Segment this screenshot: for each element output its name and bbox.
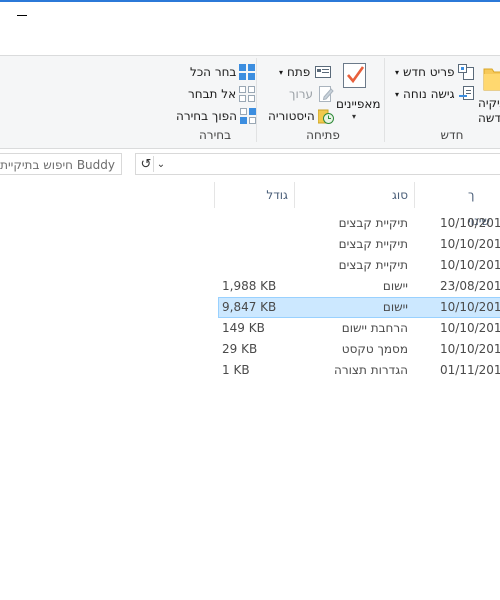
- file-type: תיקיית קבצים: [338, 216, 408, 230]
- open-icon: [315, 64, 332, 80]
- minimize-button[interactable]: [14, 7, 30, 23]
- search-input[interactable]: חיפוש בתיקיית Buddy: [0, 153, 122, 175]
- open-label: פתח: [287, 65, 311, 79]
- ribbon-separator: [384, 58, 385, 142]
- file-row-selected[interactable]: 10/10/2018 יישום 9,847 KB: [0, 297, 500, 318]
- open-group-label: פתיחה: [306, 128, 340, 142]
- file-type: תיקיית קבצים: [338, 237, 408, 251]
- file-type: הגדרות תצורה: [334, 363, 408, 377]
- file-row[interactable]: 10/10/2018 תיקיית קבצים: [0, 255, 500, 276]
- file-type: מסמך טקסט: [341, 342, 408, 356]
- file-type: יישום: [382, 279, 408, 293]
- file-type: הרחבת יישום: [341, 321, 408, 335]
- new-item-label: פריט חדש: [403, 65, 455, 79]
- properties-button[interactable]: [342, 62, 368, 90]
- select-group-label: בחירה: [198, 128, 232, 142]
- new-item-dropdown-icon: ▾: [395, 67, 400, 77]
- new-folder-label-line2: חדשה: [478, 111, 500, 125]
- file-size: [222, 213, 292, 234]
- file-date: 10/10/2018: [440, 258, 500, 272]
- file-size: 29 KB: [222, 342, 258, 356]
- file-date: 10/10/2018: [440, 237, 500, 251]
- file-type: תיקיית קבצים: [338, 258, 408, 272]
- folder-icon: [483, 68, 500, 91]
- file-date: 23/08/2018: [440, 279, 500, 293]
- new-folder-label: תיקיה חדשה: [478, 96, 500, 126]
- refresh-icon[interactable]: ↺: [138, 157, 154, 173]
- open-dropdown-icon: ▾: [279, 67, 284, 77]
- new-item-button[interactable]: ▾ פריט חדש: [395, 62, 475, 82]
- file-size: 1,988 KB: [222, 279, 277, 293]
- file-date: 10/10/2018: [440, 321, 500, 335]
- file-row[interactable]: 01/11/2018 הגדרות תצורה 1 KB: [0, 360, 500, 381]
- easy-access-dropdown-icon: ▾: [395, 89, 400, 99]
- address-row: חיפוש בתיקיית Buddy ↺ ⌄: [0, 153, 500, 177]
- properties-label-item: מאפיינים: [336, 96, 380, 112]
- file-row[interactable]: 10/10/2018 תיקיית קבצים: [0, 213, 500, 234]
- easy-access-button[interactable]: ▾ גישה נוחה: [395, 84, 475, 104]
- edit-label: ערוך: [289, 87, 313, 101]
- edit-icon: [318, 86, 334, 102]
- file-size: 1 KB: [222, 363, 250, 377]
- column-header-type[interactable]: סוג: [294, 182, 414, 208]
- select-all-icon: [239, 64, 256, 80]
- column-headers: גודל סוג ך שינוי: [0, 182, 500, 228]
- history-label: היסטוריה: [268, 109, 315, 123]
- file-row[interactable]: 10/10/2018 מסמך טקסט 29 KB: [0, 339, 500, 360]
- column-header-size[interactable]: גודל: [214, 182, 294, 208]
- edit-button[interactable]: ערוך: [289, 84, 334, 104]
- history-button[interactable]: היסטוריה: [268, 106, 334, 126]
- new-item-icon: [458, 64, 475, 80]
- select-none-icon: [239, 86, 256, 102]
- file-row[interactable]: 23/08/2018 יישום 1,988 KB: [0, 276, 500, 297]
- invert-selection-icon: [239, 108, 256, 124]
- file-date: 10/10/2018: [440, 300, 500, 314]
- file-date: 01/11/2018: [440, 363, 500, 377]
- invert-selection-label: הפוך בחירה: [176, 109, 237, 123]
- address-bar[interactable]: ↺ ⌄: [135, 153, 500, 175]
- history-icon: [317, 108, 334, 124]
- file-size: [222, 234, 292, 255]
- select-all-button[interactable]: בחר הכל: [190, 62, 256, 82]
- file-row[interactable]: 10/10/2018 תיקיית קבצים: [0, 234, 500, 255]
- easy-access-label: גישה נוחה: [403, 87, 455, 101]
- new-folder-button[interactable]: תיקיה חדשה: [478, 64, 500, 134]
- file-size: 149 KB: [222, 321, 265, 335]
- file-type: יישום: [382, 300, 408, 314]
- window-accent-line: [0, 0, 500, 2]
- properties-dropdown-icon[interactable]: ▾: [352, 112, 356, 121]
- chevron-down-icon[interactable]: ⌄: [154, 157, 168, 173]
- new-folder-label-line1: תיקיה: [478, 96, 500, 110]
- select-none-label: אל תבחר: [188, 87, 237, 101]
- select-none-button[interactable]: אל תבחר: [188, 84, 256, 104]
- file-size: 9,847 KB: [222, 300, 277, 314]
- properties-icon: [343, 63, 366, 88]
- file-date: 10/10/2018: [440, 216, 500, 230]
- easy-access-icon: [458, 86, 475, 102]
- column-header-date-modified[interactable]: ך שינוי: [414, 182, 500, 228]
- ribbon: בחר הכל אל תבחר הפוך בחירה בחירה ▾ פתח ע…: [0, 55, 500, 149]
- properties-label: מאפיינים: [336, 97, 381, 111]
- ribbon-separator: [256, 58, 257, 142]
- open-button[interactable]: ▾ פתח: [279, 62, 332, 82]
- file-size: [222, 255, 292, 276]
- new-group-label: חדש: [440, 128, 464, 142]
- invert-selection-button[interactable]: הפוך בחירה: [176, 106, 256, 126]
- file-date: 10/10/2018: [440, 342, 500, 356]
- select-all-label: בחר הכל: [190, 65, 237, 79]
- title-bar: [0, 0, 500, 54]
- file-row[interactable]: 10/10/2018 הרחבת יישום 149 KB: [0, 318, 500, 339]
